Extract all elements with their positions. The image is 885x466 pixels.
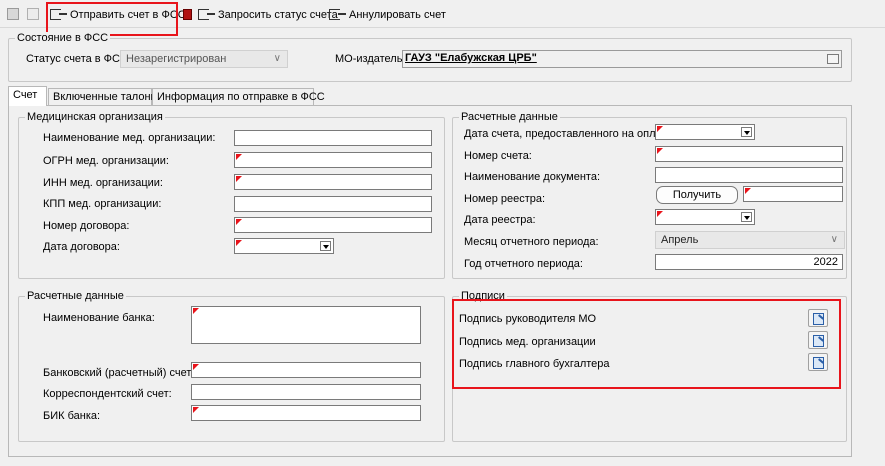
bank-name-textarea[interactable] bbox=[191, 306, 421, 344]
bik-input[interactable] bbox=[191, 405, 421, 421]
bank-account-input[interactable] bbox=[191, 362, 421, 378]
contract-date-label: Дата договора: bbox=[43, 241, 120, 253]
fss-status-select[interactable]: Незарегистрирован ∨ bbox=[120, 50, 288, 68]
chevron-down-icon: ∨ bbox=[273, 53, 281, 64]
fss-state-title: Состояние в ФСС bbox=[15, 32, 111, 44]
bik-label: БИК банка: bbox=[43, 410, 101, 422]
ogrn-label: ОГРН мед. организации: bbox=[43, 155, 169, 167]
report-year-label: Год отчетного периода: bbox=[464, 258, 583, 270]
tab-invoice-label: Счет bbox=[13, 89, 38, 101]
corr-account-label: Корреспондентский счет: bbox=[43, 388, 172, 400]
contract-number-label: Номер договора: bbox=[43, 220, 130, 232]
chevron-down-icon: ∨ bbox=[830, 234, 838, 245]
cancel-invoice-button[interactable]: Аннулировать счет bbox=[329, 6, 446, 23]
registry-number-label: Номер реестра: bbox=[464, 193, 546, 205]
tab-invoice[interactable]: Счет bbox=[8, 86, 47, 106]
mo-publisher-label: МО-издатель: bbox=[335, 53, 406, 65]
document-name-input[interactable] bbox=[655, 167, 843, 183]
invoice-number-label: Номер счета: bbox=[464, 150, 532, 162]
kpp-input[interactable] bbox=[234, 196, 432, 212]
med-org-title: Медицинская организация bbox=[25, 111, 165, 123]
cancel-invoice-label: Аннулировать счет bbox=[349, 8, 446, 21]
registry-date-picker[interactable] bbox=[655, 209, 755, 225]
save-icon[interactable] bbox=[7, 8, 19, 20]
tab-included-tickets-label: Включенные талоны bbox=[53, 91, 159, 103]
exit-door-icon bbox=[329, 9, 346, 20]
tab-fss-sending-info-label: Информация по отправке в ФСС bbox=[157, 91, 325, 103]
corr-account-input[interactable] bbox=[191, 384, 421, 400]
inn-input[interactable] bbox=[234, 174, 432, 190]
chevron-down-icon[interactable] bbox=[741, 212, 752, 222]
exit-door-icon bbox=[198, 9, 215, 20]
mo-publisher-value: ГАУЗ "Елабужская ЦРБ" bbox=[405, 52, 537, 64]
mo-publisher-field[interactable]: ГАУЗ "Елабужская ЦРБ" bbox=[402, 50, 842, 68]
calc-data-left-title: Расчетные данные bbox=[25, 290, 126, 302]
invoice-number-input[interactable] bbox=[655, 146, 843, 162]
registry-number-input[interactable] bbox=[743, 186, 843, 202]
contract-date-picker[interactable] bbox=[234, 238, 334, 254]
med-org-name-input[interactable] bbox=[234, 130, 432, 146]
report-month-label: Месяц отчетного периода: bbox=[464, 236, 599, 248]
refresh-icon[interactable] bbox=[27, 8, 39, 20]
invoice-date-label: Дата счета, предоставленного на оплату: bbox=[464, 128, 676, 140]
document-name-label: Наименование документа: bbox=[464, 171, 601, 183]
inn-label: ИНН мед. организации: bbox=[43, 177, 163, 189]
chevron-down-icon[interactable] bbox=[741, 127, 752, 137]
fss-status-value: Незарегистрирован bbox=[126, 53, 227, 65]
get-registry-number-button[interactable]: Получить bbox=[656, 186, 738, 204]
mo-publisher-button[interactable] bbox=[827, 54, 839, 64]
request-status-button[interactable]: Запросить статус счета bbox=[198, 6, 338, 23]
bank-name-label: Наименование банка: bbox=[43, 312, 155, 324]
tab-included-tickets[interactable]: Включенные талоны bbox=[48, 88, 158, 105]
report-year-value: 2022 bbox=[813, 256, 838, 268]
fss-status-label: Статус счета в ФСС bbox=[26, 53, 128, 65]
med-org-name-label: Наименование мед. организации: bbox=[43, 132, 216, 144]
ogrn-input[interactable] bbox=[234, 152, 432, 168]
tab-fss-sending-info[interactable]: Информация по отправке в ФСС bbox=[152, 88, 325, 105]
signatures-highlight bbox=[452, 299, 841, 389]
report-month-select[interactable]: Апрель ∨ bbox=[655, 231, 845, 249]
invoice-date-picker[interactable] bbox=[655, 124, 755, 140]
chevron-down-icon[interactable] bbox=[320, 241, 331, 251]
report-year-input[interactable]: 2022 bbox=[655, 254, 843, 270]
get-registry-number-label: Получить bbox=[672, 189, 722, 201]
calc-data-right-title: Расчетные данные bbox=[459, 111, 560, 123]
stop-icon[interactable] bbox=[183, 9, 192, 20]
registry-date-label: Дата реестра: bbox=[464, 214, 536, 226]
kpp-label: КПП мед. организации: bbox=[43, 198, 162, 210]
report-month-value: Апрель bbox=[661, 234, 699, 246]
contract-number-input[interactable] bbox=[234, 217, 432, 233]
send-button-highlight bbox=[46, 2, 178, 36]
bank-account-label: Банковский (расчетный) счет: bbox=[43, 367, 195, 379]
request-status-label: Запросить статус счета bbox=[218, 8, 338, 21]
